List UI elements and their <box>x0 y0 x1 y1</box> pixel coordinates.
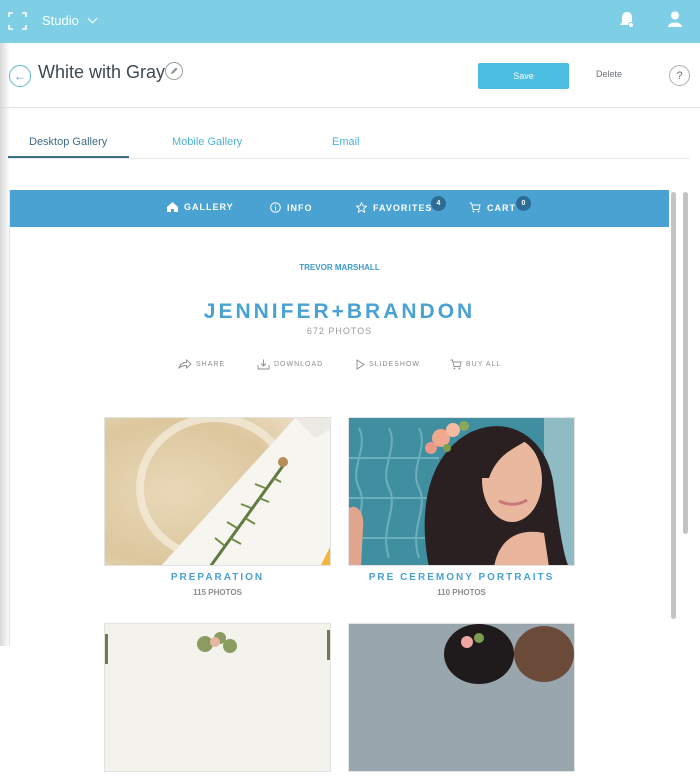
gallery-nav-label: INFO <box>287 202 313 213</box>
photographer-name[interactable]: TREVOR MARSHALL <box>10 263 669 272</box>
tab-desktop-gallery[interactable]: Desktop Gallery <box>29 136 107 148</box>
gallery-preview: GALLERY INFO FAVORITES 4 CART 0 TREVOR M… <box>9 190 669 772</box>
preparation-photo <box>105 418 330 565</box>
studio-menu[interactable]: Studio <box>42 13 98 28</box>
gallery-nav-gallery[interactable]: GALLERY <box>167 202 234 212</box>
gallery-nav-label: GALLERY <box>184 202 234 212</box>
user-icon[interactable] <box>668 11 682 27</box>
help-button[interactable]: ? <box>669 65 690 86</box>
play-icon <box>356 359 365 370</box>
download-label: DOWNLOAD <box>274 361 324 368</box>
gallery-photo-count: 672 PHOTOS <box>306 326 373 336</box>
share-icon <box>178 359 192 369</box>
gallery-nav: GALLERY INFO FAVORITES 4 CART 0 <box>10 190 669 227</box>
couple-photo <box>349 624 574 771</box>
share-action[interactable]: SHARE <box>178 359 225 369</box>
page-title: White with Gray <box>38 62 166 82</box>
bouquet-photo <box>105 624 330 771</box>
download-icon <box>257 359 270 370</box>
album-card[interactable] <box>348 623 575 778</box>
star-icon <box>356 202 367 213</box>
preview-scrollbar[interactable] <box>671 192 676 619</box>
bell-icon[interactable] <box>618 10 636 30</box>
page-scrollbar[interactable] <box>683 192 688 534</box>
help-icon: ? <box>676 69 683 82</box>
share-label: SHARE <box>196 360 226 368</box>
favorites-count-badge: 4 <box>431 196 446 211</box>
save-button[interactable]: Save <box>478 63 569 89</box>
gallery-nav-info[interactable]: INFO <box>270 202 313 213</box>
studio-menu-label: Studio <box>42 13 79 28</box>
delete-button[interactable]: Delete <box>596 69 622 79</box>
gallery-nav-favorites[interactable]: FAVORITES 4 <box>356 196 446 213</box>
album-name: PRE CEREMONY PORTRAITS <box>368 572 555 583</box>
portrait-photo <box>349 418 574 565</box>
cart-count-badge: 0 <box>516 196 531 211</box>
album-count: 110 PHOTOS <box>437 588 486 597</box>
album-count: 115 PHOTOS <box>193 588 242 597</box>
top-bar: Studio <box>0 0 700 43</box>
chevron-down-icon <box>87 13 98 24</box>
album-card[interactable]: PRE CEREMONY PORTRAITS 110 PHOTOS <box>348 417 575 597</box>
page-header: ← White with Gray Save Delete ? <box>0 43 700 108</box>
album-thumbnail[interactable] <box>348 623 575 772</box>
album-thumbnail[interactable] <box>104 417 331 566</box>
buy-all-action[interactable]: BUY ALL <box>450 359 501 370</box>
info-icon <box>270 202 281 213</box>
download-action[interactable]: DOWNLOAD <box>257 359 323 370</box>
gallery-nav-cart[interactable]: CART 0 <box>469 196 531 213</box>
arrow-left-icon: ← <box>14 69 26 83</box>
frame-icon[interactable] <box>8 12 27 30</box>
album-card[interactable] <box>104 623 331 778</box>
pencil-icon <box>171 67 178 74</box>
back-button[interactable]: ← <box>9 65 31 87</box>
edit-title-button[interactable] <box>165 62 183 80</box>
album-thumbnail[interactable] <box>104 623 331 772</box>
album-thumbnail[interactable] <box>348 417 575 566</box>
cart-icon <box>450 359 462 370</box>
tab-mobile-gallery[interactable]: Mobile Gallery <box>172 136 242 148</box>
active-tab-indicator <box>8 156 129 158</box>
tab-email[interactable]: Email <box>332 136 360 148</box>
slideshow-action[interactable]: SLIDESHOW <box>356 359 420 370</box>
album-name: PREPARATION <box>170 572 265 583</box>
buy-all-label: BUY ALL <box>466 361 502 368</box>
gallery-nav-label: CART <box>487 202 516 213</box>
cart-icon <box>469 202 481 213</box>
gallery-title: JENNIFER+BRANDON <box>203 300 476 323</box>
slideshow-label: SLIDESHOW <box>369 361 421 368</box>
tab-bar: Desktop Gallery Mobile Gallery Email <box>8 128 690 159</box>
home-icon <box>167 202 178 212</box>
album-card[interactable]: PREPARATION 115 PHOTOS <box>104 417 331 597</box>
gallery-nav-label: FAVORITES <box>373 202 433 213</box>
